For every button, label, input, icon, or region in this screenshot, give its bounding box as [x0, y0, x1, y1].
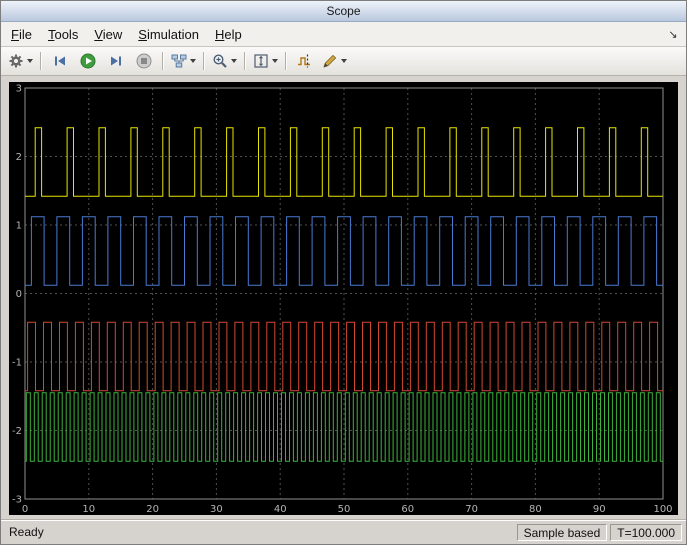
- zoom-icon: [212, 53, 228, 69]
- status-message: Ready: [5, 525, 44, 539]
- svg-text:100: 100: [653, 504, 672, 515]
- highlight-button[interactable]: [319, 49, 350, 73]
- toolbar-separator: [162, 52, 164, 70]
- svg-text:0: 0: [16, 289, 22, 300]
- dropdown-caret: [341, 59, 347, 63]
- highlight-icon: [322, 53, 338, 69]
- dropdown-caret: [231, 59, 237, 63]
- status-sim-time: T=100.000: [610, 524, 682, 541]
- svg-text:3: 3: [16, 84, 22, 95]
- menu-tools[interactable]: Tools: [40, 24, 86, 45]
- svg-text:0: 0: [22, 504, 28, 515]
- stop-button[interactable]: [130, 49, 158, 73]
- run-button[interactable]: [74, 49, 102, 73]
- title-bar[interactable]: Scope: [1, 1, 686, 22]
- menu-file[interactable]: File: [3, 24, 40, 45]
- step-forward-button[interactable]: [102, 49, 130, 73]
- signal-selector-button[interactable]: [168, 49, 199, 73]
- signal-selector-icon: [171, 53, 187, 69]
- menu-help[interactable]: Help: [207, 24, 250, 45]
- svg-text:1: 1: [16, 221, 22, 232]
- dock-button[interactable]: ↘: [664, 26, 682, 42]
- toolbar: [1, 47, 686, 76]
- scale-axes-button[interactable]: [250, 49, 281, 73]
- svg-text:70: 70: [465, 504, 478, 515]
- svg-text:50: 50: [338, 504, 351, 515]
- scope-plot[interactable]: 0 10 20 30 40 50 60 70 80 90 100 -3 -2 -1 0 1 2 3: [9, 82, 678, 515]
- svg-text:10: 10: [82, 504, 95, 515]
- svg-text:-1: -1: [12, 358, 22, 369]
- window-title: Scope: [326, 4, 360, 18]
- scope-canvas: 0 10 20 30 40 50 60 70 80 90 100 -3 -2 -1 0 1 2 3: [9, 82, 678, 515]
- gear-icon: [8, 53, 24, 69]
- run-icon: [80, 53, 96, 69]
- dropdown-caret: [272, 59, 278, 63]
- step-back-icon: [52, 53, 68, 69]
- svg-text:40: 40: [274, 504, 287, 515]
- dock-arrow-icon: ↘: [668, 28, 677, 41]
- cursor-measurements-icon: [297, 53, 313, 69]
- toolbar-separator: [40, 52, 42, 70]
- scale-axes-icon: [253, 53, 269, 69]
- cursor-measurements-button[interactable]: [291, 49, 319, 73]
- menu-view[interactable]: View: [86, 24, 130, 45]
- step-back-button[interactable]: [46, 49, 74, 73]
- dropdown-caret: [190, 59, 196, 63]
- svg-text:90: 90: [593, 504, 606, 515]
- svg-text:20: 20: [146, 504, 159, 515]
- toolbar-separator: [203, 52, 205, 70]
- step-forward-icon: [108, 53, 124, 69]
- svg-text:80: 80: [529, 504, 542, 515]
- zoom-button[interactable]: [209, 49, 240, 73]
- parameters-button[interactable]: [5, 49, 36, 73]
- status-bar: Ready Sample based T=100.000: [1, 519, 686, 544]
- toolbar-separator: [244, 52, 246, 70]
- toolbar-separator: [285, 52, 287, 70]
- svg-text:60: 60: [401, 504, 414, 515]
- svg-text:-2: -2: [12, 426, 22, 437]
- svg-text:2: 2: [16, 152, 22, 163]
- stop-icon: [136, 53, 152, 69]
- scope-window: Scope File Tools View Simulation Help ↘: [0, 0, 687, 545]
- status-sample-mode: Sample based: [517, 524, 608, 541]
- menu-bar: File Tools View Simulation Help ↘: [1, 22, 686, 47]
- svg-text:-3: -3: [12, 495, 22, 506]
- svg-text:30: 30: [210, 504, 223, 515]
- menu-simulation[interactable]: Simulation: [130, 24, 207, 45]
- dropdown-caret: [27, 59, 33, 63]
